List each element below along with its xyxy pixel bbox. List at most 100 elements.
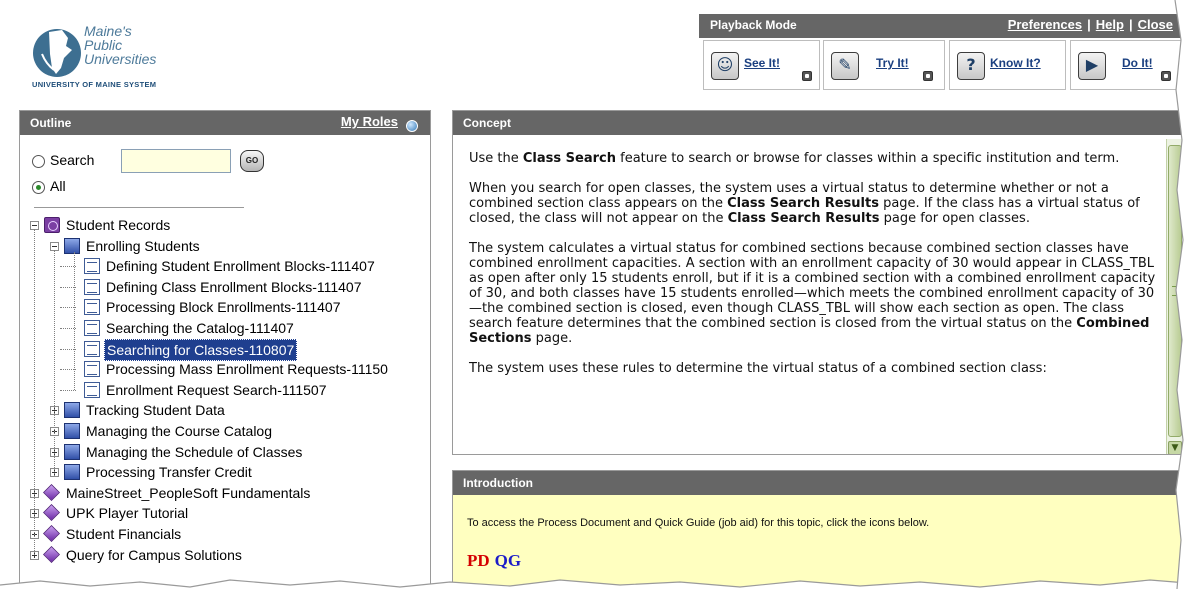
- tree-node[interactable]: Searching for Classes-110807: [20, 338, 430, 361]
- outline-bar: Outline My Roles: [20, 111, 430, 135]
- tree-guide-line: [74, 252, 75, 390]
- tree-guide-line: [34, 229, 35, 555]
- tree-node[interactable]: MaineStreet_PeopleSoft Fundamentals: [20, 483, 430, 504]
- tree-node-label[interactable]: Defining Student Enrollment Blocks-11140…: [104, 256, 377, 276]
- search-radio[interactable]: [32, 155, 45, 168]
- concept-text: page.: [531, 331, 573, 346]
- module-icon: [64, 402, 80, 419]
- tree-node[interactable]: Student Financials: [20, 524, 430, 545]
- my-roles-icon: [406, 120, 418, 132]
- tree-node[interactable]: Defining Class Enrollment Blocks-111407: [20, 277, 430, 298]
- tree-node[interactable]: Managing the Course Catalog: [20, 421, 430, 442]
- tree-node[interactable]: Processing Block Enrollments-111407: [20, 297, 430, 318]
- tree-node[interactable]: Student Records: [20, 215, 430, 236]
- playback-mode-panel: Playback Mode Preferences | Help | Close ☺ S…: [699, 14, 1187, 92]
- university-logo: Maine's Public Universities UNIVERSITY O…: [32, 18, 212, 90]
- help-link[interactable]: Help: [1096, 17, 1124, 32]
- tree-node-label[interactable]: Student Records: [64, 215, 172, 235]
- try-it-label: Try It!: [876, 56, 909, 70]
- tree-node-label[interactable]: Processing Transfer Credit: [84, 462, 254, 482]
- tree-node-label[interactable]: Managing the Schedule of Classes: [84, 442, 304, 462]
- concept-paragraph: Use the Class Search feature to search o…: [469, 151, 1159, 166]
- module-icon: [64, 464, 80, 481]
- link-separator: |: [1087, 17, 1091, 32]
- tree-node-label[interactable]: Defining Class Enrollment Blocks-111407: [104, 277, 364, 297]
- tree-node[interactable]: Defining Student Enrollment Blocks-11140…: [20, 256, 430, 277]
- my-roles-link[interactable]: My Roles: [340, 114, 418, 132]
- concept-bar: Concept: [453, 111, 1186, 135]
- tree-node[interactable]: Tracking Student Data: [20, 400, 430, 421]
- tree-node[interactable]: UPK Player Tutorial: [20, 503, 430, 524]
- tree-node[interactable]: Searching the Catalog-111407: [20, 318, 430, 339]
- concept-paragraph: When you search for open classes, the sy…: [469, 181, 1159, 226]
- my-roles-label: My Roles: [340, 114, 398, 129]
- introduction-bar: Introduction: [453, 471, 1186, 495]
- concept-text: Use the: [469, 151, 523, 166]
- maine-map-icon: [33, 29, 81, 77]
- tree-node-label[interactable]: Tracking Student Data: [84, 400, 227, 420]
- playback-modes: ☺ See It! ✎ Try It! ? Know It? ▶ Do It!: [699, 40, 1187, 90]
- tree-guide-line: [54, 249, 55, 477]
- torn-edge-right: [1174, 0, 1187, 589]
- topic-document-icon: [84, 361, 100, 378]
- concept-bold-term: Class Search Results: [727, 196, 879, 211]
- tree-node-label[interactable]: Query for Campus Solutions: [64, 545, 244, 565]
- logo-subtitle: UNIVERSITY OF MAINE SYSTEM: [32, 80, 157, 89]
- try-it-icon: ✎: [831, 52, 859, 80]
- tree-node[interactable]: Managing the Schedule of Classes: [20, 442, 430, 463]
- all-label: All: [50, 178, 66, 194]
- outline-gem-icon: [43, 525, 60, 542]
- tree-node[interactable]: Enrolling Students: [20, 236, 430, 257]
- know-it-button[interactable]: ? Know It?: [949, 40, 1066, 90]
- search-input[interactable]: [121, 149, 231, 173]
- know-it-icon: ?: [957, 52, 985, 80]
- logo-text: Maine's Public Universities: [84, 23, 157, 67]
- concept-text: The system uses these rules to determine…: [469, 361, 1047, 376]
- all-radio[interactable]: [32, 181, 45, 194]
- preferences-link[interactable]: Preferences: [1008, 17, 1082, 32]
- tree-node[interactable]: Processing Mass Enrollment Requests-1115…: [20, 359, 430, 380]
- concept-paragraph: The system uses these rules to determine…: [469, 361, 1159, 376]
- topic-document-icon: [84, 381, 100, 398]
- try-it-button[interactable]: ✎ Try It!: [823, 40, 945, 90]
- tree-node-label[interactable]: Processing Mass Enrollment Requests-1115…: [104, 359, 390, 379]
- see-it-button[interactable]: ☺ See It!: [703, 40, 820, 90]
- tree-connector: [60, 389, 76, 391]
- topic-document-icon: [84, 299, 100, 316]
- tree-node-label[interactable]: Managing the Course Catalog: [84, 421, 274, 441]
- tree-node[interactable]: Processing Transfer Credit: [20, 462, 430, 483]
- header-links: Preferences | Help | Close: [1008, 17, 1173, 32]
- link-separator: |: [1128, 17, 1133, 32]
- topic-document-icon: [84, 258, 100, 275]
- outline-gem-icon: [43, 545, 60, 563]
- know-it-label: Know It?: [990, 56, 1041, 70]
- introduction-title: Introduction: [463, 476, 533, 490]
- do-it-icon: ▶: [1078, 52, 1106, 80]
- tree-node[interactable]: Enrollment Request Search-111507: [20, 380, 430, 401]
- tree-node-label[interactable]: Searching the Catalog-111407: [104, 318, 296, 338]
- tree-node-label[interactable]: MaineStreet_PeopleSoft Fundamentals: [64, 483, 312, 503]
- introduction-text: To access the Process Document and Quick…: [467, 517, 930, 529]
- see-it-icon: ☺: [711, 52, 739, 80]
- tree-node-label[interactable]: Student Financials: [64, 524, 183, 544]
- concept-panel: Concept Use the Class Search feature to …: [452, 110, 1187, 455]
- topic-document-icon: [84, 320, 100, 336]
- see-it-label: See It!: [744, 56, 781, 70]
- concept-title: Concept: [463, 116, 511, 130]
- outline-gem-icon: [43, 504, 60, 522]
- outline-gem-icon: [43, 483, 60, 501]
- playback-title: Playback Mode: [710, 18, 797, 32]
- tree-node-label-selected[interactable]: Searching for Classes-110807: [104, 338, 298, 361]
- go-button[interactable]: GO: [240, 150, 264, 172]
- do-it-label: Do It!: [1122, 56, 1153, 70]
- tree-node-label[interactable]: UPK Player Tutorial: [64, 503, 190, 523]
- book-icon: [44, 217, 60, 233]
- search-label: Search: [50, 152, 95, 168]
- tree-node-label[interactable]: Processing Block Enrollments-111407: [104, 297, 343, 317]
- tree-node-label[interactable]: Enrolling Students: [84, 236, 202, 256]
- concept-text: page for open classes.: [879, 211, 1030, 226]
- module-icon: [64, 423, 80, 439]
- topic-document-icon: [84, 278, 100, 295]
- tree-node-label[interactable]: Enrollment Request Search-111507: [104, 380, 329, 400]
- concept-paragraph: The system calculates a virtual status f…: [469, 241, 1159, 346]
